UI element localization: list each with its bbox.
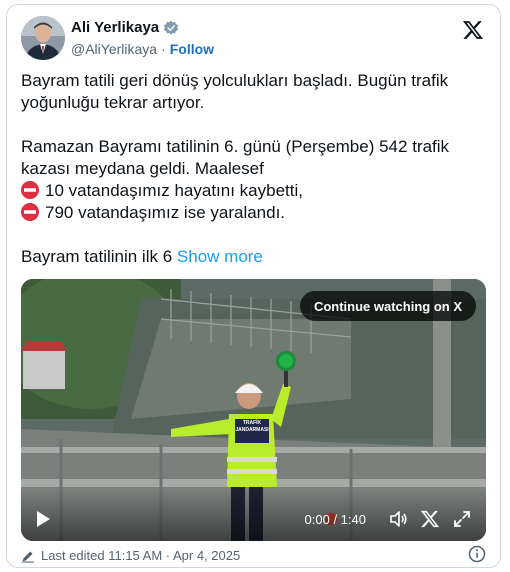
tweet-text: Bayram tatili geri dönüş yolculukları ba… [21, 70, 491, 268]
author-handle-row: @AliYerlikaya · Follow [71, 41, 214, 57]
fullscreen-icon[interactable] [452, 509, 472, 529]
x-logo-icon[interactable] [462, 19, 484, 41]
tweet-footer: Last edited 11:15 AM · Apr 4, 2025 [21, 548, 240, 563]
tweet-line-deaths: 10 vatandaşımız hayatını kaybetti, [21, 180, 491, 202]
last-edited-timestamp[interactable]: Last edited 11:15 AM · Apr 4, 2025 [41, 548, 240, 563]
pencil-icon [21, 549, 35, 563]
avatar[interactable] [21, 16, 65, 60]
author-name-row: Ali Yerlikaya [71, 19, 179, 36]
vest-sign-line-1: TRAFİK [242, 420, 262, 426]
continue-watching-button[interactable]: Continue watching on X [299, 291, 476, 321]
separator-dot: · [161, 41, 166, 57]
no-entry-emoji-icon [21, 203, 39, 221]
verified-badge-icon [163, 20, 179, 36]
truncated-text: Bayram tatilinin ilk 6 [21, 247, 173, 266]
author-name[interactable]: Ali Yerlikaya [71, 19, 159, 36]
vest-sign: TRAFİK JANDARMASI [235, 420, 269, 434]
play-icon[interactable] [35, 510, 51, 528]
video-controls: 0:00 / 1:40 [21, 497, 486, 541]
follow-button[interactable]: Follow [170, 41, 214, 57]
video-player[interactable]: TRAFİK JANDARMASI Continue watching on X… [21, 279, 486, 541]
deaths-text: 10 vatandaşımız hayatını kaybetti, [45, 181, 303, 200]
injured-text: 790 vatandaşımız ise yaralandı. [45, 203, 286, 222]
tweet-paragraph-2: Ramazan Bayramı tatilinin 6. günü (Perşe… [21, 137, 450, 178]
vest-sign-line-2: JANDARMASI [235, 427, 269, 433]
tweet-card: Ali Yerlikaya @AliYerlikaya · Follow Bay… [6, 4, 501, 568]
show-more-link[interactable]: Show more [177, 247, 263, 266]
tweet-paragraph-1: Bayram tatili geri dönüş yolculukları ba… [21, 71, 449, 112]
close-icon[interactable] [420, 509, 440, 529]
author-handle[interactable]: @AliYerlikaya [71, 41, 157, 57]
video-time: 0:00 / 1:40 [304, 511, 366, 527]
tweet-paragraph-3: Bayram tatilinin ilk 6 Show more [21, 246, 491, 268]
no-entry-emoji-icon [21, 181, 39, 199]
info-icon[interactable] [468, 545, 486, 563]
volume-icon[interactable] [388, 509, 408, 529]
tweet-line-injured: 790 vatandaşımız ise yaralandı. [21, 202, 491, 224]
